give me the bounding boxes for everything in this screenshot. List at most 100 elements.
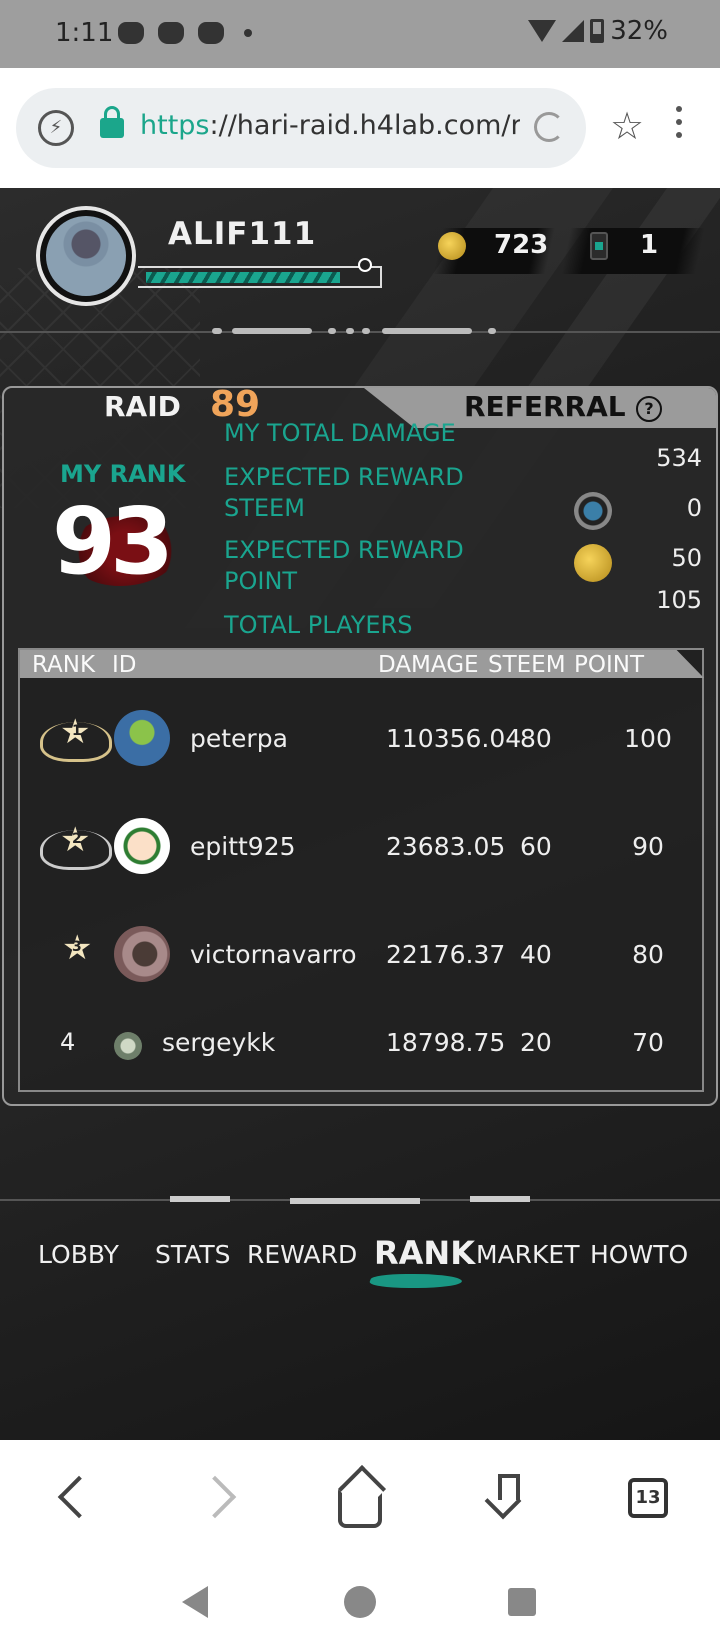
nav-howto[interactable]: HOWTO: [590, 1240, 688, 1269]
system-back-icon[interactable]: [182, 1586, 208, 1618]
avatar[interactable]: [114, 710, 170, 766]
ticket-count: 1: [640, 230, 659, 260]
tab-switcher-button[interactable]: 13: [628, 1478, 668, 1518]
table-row[interactable]: 4 sergeykk 18798.75 20 70: [20, 994, 704, 1094]
steem-value: 60: [520, 832, 552, 861]
header-rank: RANK: [32, 652, 96, 678]
player-id: epitt925: [190, 832, 296, 861]
ranking-table: RANK ID DAMAGE STEEM POINT ★ 1 peterpa 11…: [18, 648, 704, 1092]
damage-value: 18798.75: [386, 1028, 506, 1057]
damage-value: 23683.05: [386, 832, 506, 861]
download-icon[interactable]: [490, 1474, 520, 1518]
rank-number: 1: [72, 723, 82, 739]
coin-count: 723: [494, 230, 549, 260]
system-recents-icon[interactable]: [508, 1588, 536, 1616]
reward-steem-label: EXPECTED REWARD STEEM: [224, 463, 464, 522]
header-steem: STEEM: [488, 652, 566, 678]
forward-icon[interactable]: [193, 1475, 237, 1519]
rank-3-badge-icon: ★ 3: [62, 928, 93, 968]
avatar[interactable]: [114, 818, 170, 874]
reward-steem-value: 0: [686, 494, 702, 522]
my-rank-label: MY RANK: [60, 460, 186, 488]
player-id: sergeykk: [162, 1028, 276, 1057]
clock: 1:11: [55, 18, 114, 48]
table-row[interactable]: ★ 3 victornavarro 22176.37 40 80: [20, 904, 704, 1004]
game-screen: ALIF111 723 1 RAID 89 REFERRAL ? MY RANK…: [0, 188, 720, 1440]
discord-icon: [118, 22, 144, 44]
player-username: ALIF111: [168, 216, 317, 252]
home-icon[interactable]: [338, 1484, 382, 1528]
header-divider-ornament: [212, 326, 512, 336]
wifi-icon: [528, 20, 557, 42]
steem-coin-icon: [574, 492, 612, 530]
footer-divider-ornament: [170, 1192, 550, 1210]
tab-raid[interactable]: RAID: [104, 390, 181, 423]
url-scheme: https: [140, 110, 210, 141]
damage-value: 22176.37: [386, 940, 506, 969]
system-home-icon[interactable]: [344, 1586, 376, 1618]
browser-toolbar: ⚡ https://hari-raid.h4lab.com/ran ☆: [0, 68, 720, 188]
table-row[interactable]: ★ 1 peterpa 110356.04 80 100: [20, 688, 704, 788]
cell-signal-icon: [562, 20, 585, 42]
status-bar: 1:11 32%: [0, 0, 720, 68]
total-damage-value: 534: [656, 444, 702, 472]
rank-panel: RAID 89 REFERRAL ? MY RANK 93 MY TOTAL D…: [2, 386, 718, 1106]
avatar[interactable]: [114, 926, 170, 982]
xp-bar-fill: [146, 272, 340, 283]
point-value: 80: [632, 940, 664, 969]
xp-bar: [138, 258, 382, 288]
rank-number: 3: [72, 939, 82, 955]
nav-stats[interactable]: STATS: [155, 1240, 231, 1269]
steem-value: 80: [520, 724, 552, 753]
help-icon[interactable]: ?: [636, 396, 662, 422]
system-nav-bar: [0, 1550, 720, 1650]
url-bar[interactable]: ⚡ https://hari-raid.h4lab.com/ran: [16, 88, 586, 168]
notification-icons: [118, 22, 252, 44]
rank-1-badge-icon: ★ 1: [32, 708, 112, 768]
tab-referral[interactable]: REFERRAL: [464, 390, 626, 423]
bookmark-star-icon[interactable]: ☆: [610, 106, 644, 146]
gold-coin-icon: [438, 232, 466, 260]
nav-reward[interactable]: REWARD: [247, 1240, 357, 1269]
steem-value: 40: [520, 940, 552, 969]
my-rank-value: 93: [52, 488, 174, 595]
system-indicators: 32%: [528, 16, 668, 46]
point-coin-icon: [574, 544, 612, 582]
discord-icon: [158, 22, 184, 44]
battery-icon: [590, 19, 605, 43]
rank-number: 4: [60, 1028, 76, 1056]
xp-bar-knob: [358, 258, 372, 272]
damage-value: 110356.04: [386, 724, 522, 753]
rank-number: 2: [72, 831, 82, 847]
point-value: 90: [632, 832, 664, 861]
point-value: 100: [624, 724, 672, 753]
lightning-icon[interactable]: ⚡: [38, 110, 74, 146]
reload-icon[interactable]: [534, 112, 564, 142]
url-text[interactable]: https://hari-raid.h4lab.com/ran: [140, 110, 520, 141]
player-id: peterpa: [190, 724, 288, 753]
nav-rank[interactable]: RANK: [374, 1234, 475, 1272]
url-host: ://hari-raid.h4lab.com/ran: [209, 110, 521, 141]
steem-value: 20: [520, 1028, 552, 1057]
lock-icon[interactable]: [100, 106, 124, 138]
player-avatar[interactable]: [36, 206, 136, 306]
discord-icon: [198, 22, 224, 44]
player-id: victornavarro: [190, 940, 357, 969]
ticket-icon: [590, 232, 608, 260]
total-players-value: 105: [656, 586, 702, 614]
battery-percent: 32%: [610, 16, 668, 46]
nav-lobby[interactable]: LOBBY: [38, 1240, 119, 1269]
overflow-menu-icon[interactable]: [676, 106, 684, 145]
nav-market[interactable]: MARKET: [476, 1240, 580, 1269]
header-id: ID: [112, 652, 137, 678]
active-tab-brush: [367, 1274, 465, 1288]
avatar[interactable]: [114, 1032, 142, 1060]
browser-bottom-bar: 13: [0, 1440, 720, 1550]
reward-point-value: 50: [671, 544, 702, 572]
point-value: 70: [632, 1028, 664, 1057]
back-icon[interactable]: [57, 1475, 101, 1519]
total-players-label: TOTAL PLAYERS: [224, 611, 413, 639]
table-row[interactable]: ★ 2 epitt925 23683.05 60 90: [20, 796, 704, 896]
total-damage-label: MY TOTAL DAMAGE: [224, 419, 456, 447]
game-nav: LOBBY STATS REWARD RANK MARKET HOWTO: [0, 1234, 720, 1300]
